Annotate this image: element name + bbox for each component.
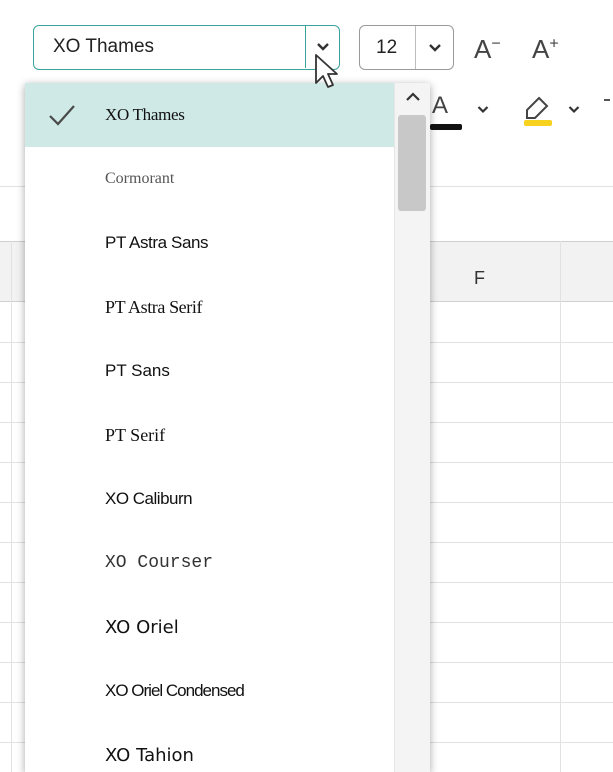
increase-font-icon: A — [532, 34, 550, 64]
mouse-pointer-icon — [315, 54, 338, 88]
font-option-label: PT Astra Sans — [105, 233, 209, 252]
highlighter-icon[interactable] — [521, 94, 553, 126]
font-color-icon: A — [432, 92, 449, 119]
font-option-label: XO Thames — [105, 105, 185, 124]
font-size-value[interactable]: 12 — [376, 26, 397, 69]
font-name-combobox[interactable]: XO Thames — [33, 25, 340, 70]
font-option-label: XO Courser — [105, 553, 214, 573]
font-size-combobox[interactable]: 12 — [359, 25, 454, 70]
font-option-xo-oriel-condensed[interactable]: XO Oriel Condensed — [25, 659, 394, 723]
font-option-xo-tahion[interactable]: XO Tahion — [25, 723, 394, 772]
font-color-button[interactable]: A — [432, 94, 448, 118]
chevron-down-icon[interactable] — [568, 105, 580, 114]
font-option-label: PT Astra Serif — [105, 296, 203, 317]
font-option-xo-courser[interactable]: XO Courser — [25, 531, 394, 595]
font-option-cormorant[interactable]: Cormorant — [25, 147, 394, 211]
font-option-pt-serif[interactable]: PT Serif — [25, 403, 394, 467]
font-option-label: XO Oriel Condensed — [105, 681, 245, 700]
decrease-font-size-button[interactable]: A− — [474, 36, 501, 62]
font-option-label: Cormorant — [105, 170, 175, 187]
font-option-pt-astra-sans[interactable]: PT Astra Sans — [25, 211, 394, 275]
increase-font-size-button[interactable]: A+ — [532, 36, 559, 62]
chevron-down-icon[interactable] — [477, 105, 489, 114]
font-option-label: XO Caliburn — [105, 489, 193, 508]
scroll-up-arrow-icon[interactable] — [402, 89, 424, 105]
font-option-label: XO Tahion — [105, 744, 194, 766]
font-option-label: PT Serif — [105, 424, 166, 445]
font-option-xo-oriel[interactable]: XO Oriel — [25, 595, 394, 659]
chevron-down-icon — [316, 43, 329, 51]
font-option-pt-sans[interactable]: PT Sans — [25, 339, 394, 403]
chevron-down-icon — [428, 43, 441, 52]
font-option-xo-caliburn[interactable]: XO Caliburn — [25, 467, 394, 531]
font-size-dropdown-button[interactable] — [415, 26, 453, 69]
font-option-pt-astra-serif[interactable]: PT Astra Serif — [25, 275, 394, 339]
scrollbar-thumb[interactable] — [398, 115, 426, 211]
checkmark-icon — [49, 105, 75, 126]
font-list: XO Thames Cormorant PT Astra Sans PT Ast… — [25, 83, 394, 772]
font-name-value[interactable]: XO Thames — [53, 26, 154, 68]
more-tools-indicator — [604, 99, 610, 107]
dropdown-scrollbar[interactable] — [394, 83, 430, 772]
font-dropdown-list[interactable]: XO Thames Cormorant PT Astra Sans PT Ast… — [25, 83, 430, 772]
decrease-font-icon: A — [474, 34, 492, 64]
column-header-f[interactable]: F — [474, 268, 485, 289]
font-option-label: XO Oriel — [105, 616, 179, 638]
font-color-swatch — [430, 124, 462, 130]
font-option-label: PT Sans — [105, 361, 170, 380]
